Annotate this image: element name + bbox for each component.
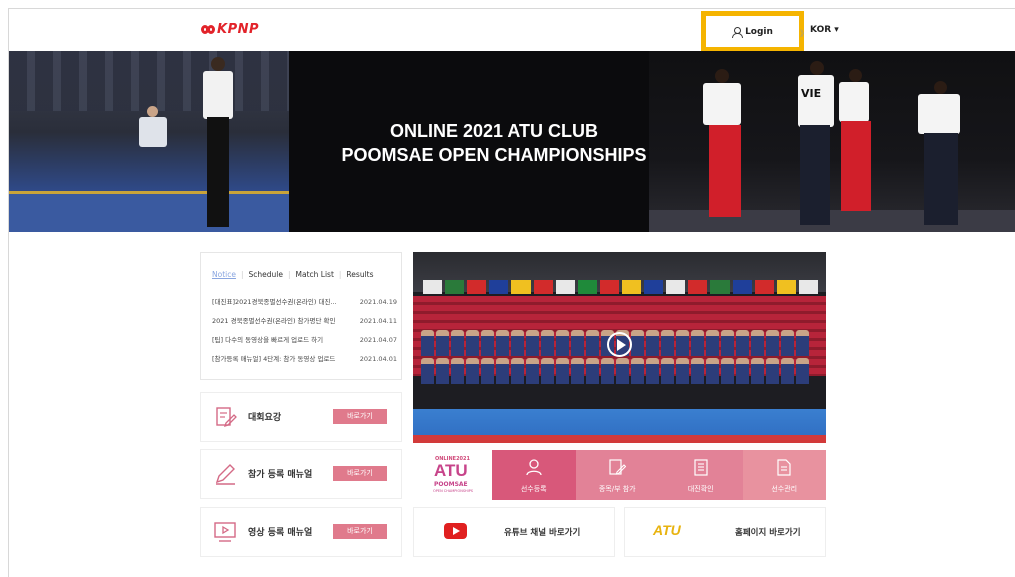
notice-title: [대진표]2021경북종별선수권(온라인) 대진... xyxy=(212,298,337,306)
hero-banner: ONLINE 2021 ATU CLUB POOMSAE OPEN CHAMPI… xyxy=(9,51,1015,232)
person-icon xyxy=(526,459,542,476)
quick-label: 선수관리 xyxy=(771,485,798,493)
shortcut-button[interactable]: 바로가기 xyxy=(333,466,387,481)
hero-title: ONLINE 2021 ATU CLUB POOMSAE OPEN CHAMPI… xyxy=(329,119,659,167)
notice-list: [대진표]2021경북종별선수권(온라인) 대진... 2021.04.19 2… xyxy=(212,293,397,369)
atu-logo-icon: ATU xyxy=(653,522,681,538)
notice-item[interactable]: 2021 경북종별선수권(온라인) 참가명단 확인 2021.04.11 xyxy=(212,312,397,331)
header-separator: 》 xyxy=(800,29,808,38)
pencil-icon xyxy=(215,464,235,485)
edit-icon xyxy=(609,459,627,475)
notice-date: 2021.04.07 xyxy=(359,336,397,344)
notice-title: 2021 경북종별선수권(온라인) 참가명단 확인 xyxy=(212,317,336,325)
video-screen-icon xyxy=(214,522,236,542)
notice-item[interactable]: [대진표]2021경북종별선수권(온라인) 대진... 2021.04.19 xyxy=(212,293,397,312)
quick-menu: ONLINE2021 ATU POOMSAE OPEN CHAMPIONSHIP… xyxy=(413,450,826,500)
quick-bracket-check[interactable]: 대진확인 xyxy=(659,450,743,500)
notice-item[interactable]: [팁] 다수의 동영상을 빠르게 업로드 하기 2021.04.07 xyxy=(212,331,397,350)
notice-date: 2021.04.19 xyxy=(359,298,397,306)
logo-mark-icon xyxy=(201,25,215,34)
notice-panel: Notice | Schedule | Match List | Results… xyxy=(200,252,402,380)
header: KPNP Login 》 KOR ▾ xyxy=(9,9,1015,52)
tab-results[interactable]: Results xyxy=(341,270,378,279)
tab-schedule[interactable]: Schedule xyxy=(244,270,288,279)
clipboard-list-icon xyxy=(694,459,708,476)
quick-label: 선수등록 xyxy=(520,485,547,493)
hero-title-line-1: ONLINE 2021 ATU CLUB xyxy=(389,121,599,141)
youtube-icon xyxy=(444,523,467,539)
document-icon xyxy=(777,459,791,476)
language-selector[interactable]: KOR ▾ xyxy=(810,25,839,35)
notice-title: [팁] 다수의 동영상을 빠르게 업로드 하기 xyxy=(212,336,324,344)
hero-title-line-2: POOMSAE OPEN CHAMPIONSHIPS xyxy=(341,145,647,165)
menu-card-guidelines[interactable]: 대회요강 바로가기 xyxy=(200,392,402,442)
kpnp-logo[interactable]: KPNP xyxy=(201,22,259,37)
quick-label: 종목/부 참가 xyxy=(598,485,636,493)
shortcut-button[interactable]: 바로가기 xyxy=(333,409,387,424)
menu-card-label: 대회요강 xyxy=(248,413,282,423)
tab-match-list[interactable]: Match List xyxy=(291,270,339,279)
tab-notice[interactable]: Notice xyxy=(212,270,241,279)
play-icon[interactable] xyxy=(607,332,632,357)
quick-event-entry[interactable]: 종목/부 참가 xyxy=(575,450,659,500)
quick-label: 대진확인 xyxy=(687,485,714,493)
shortcut-button[interactable]: 바로가기 xyxy=(333,524,387,539)
page: KPNP Login 》 KOR ▾ ONLINE 2021 ATU CLUB … xyxy=(8,8,1015,577)
user-icon xyxy=(732,27,744,38)
hero-left-photo xyxy=(9,51,289,232)
notice-date: 2021.04.11 xyxy=(359,317,397,325)
notice-date: 2021.04.01 xyxy=(359,355,397,363)
notice-title: [참가등록 매뉴얼] 4단계: 참가 동영상 업로드 xyxy=(212,355,336,363)
team-tag: VIE xyxy=(799,87,824,100)
homepage-link[interactable]: ATU 홈페이지 바로가기 xyxy=(624,507,826,557)
menu-card-registration-manual[interactable]: 참가 등록 매뉴얼 바로가기 xyxy=(200,449,402,499)
menu-card-video-manual[interactable]: 영상 등록 매뉴얼 바로가기 xyxy=(200,507,402,557)
quick-player-registration[interactable]: 선수등록 xyxy=(492,450,576,500)
notice-tabs: Notice | Schedule | Match List | Results xyxy=(212,270,379,279)
login-button[interactable]: Login xyxy=(701,11,804,52)
flag-row xyxy=(423,280,818,296)
hero-right-photo: VIE xyxy=(649,51,1015,232)
menu-card-label: 참가 등록 매뉴얼 xyxy=(248,470,313,480)
youtube-link-label: 유튜브 채널 바로가기 xyxy=(504,528,581,538)
login-label: Login xyxy=(745,26,773,37)
atu-poomsae-logo: ONLINE2021 ATU POOMSAE OPEN CHAMPIONSHIP… xyxy=(413,450,492,500)
quick-player-management[interactable]: 선수관리 xyxy=(742,450,826,500)
notice-item[interactable]: [참가등록 매뉴얼] 4단계: 참가 동영상 업로드 2021.04.01 xyxy=(212,350,397,369)
menu-card-label: 영상 등록 매뉴얼 xyxy=(248,528,313,538)
video-panel[interactable] xyxy=(413,252,826,443)
edit-document-icon xyxy=(216,407,237,428)
youtube-link[interactable]: 유튜브 채널 바로가기 xyxy=(413,507,615,557)
logo-text: KPNP xyxy=(217,22,260,37)
homepage-link-label: 홈페이지 바로가기 xyxy=(735,528,801,538)
